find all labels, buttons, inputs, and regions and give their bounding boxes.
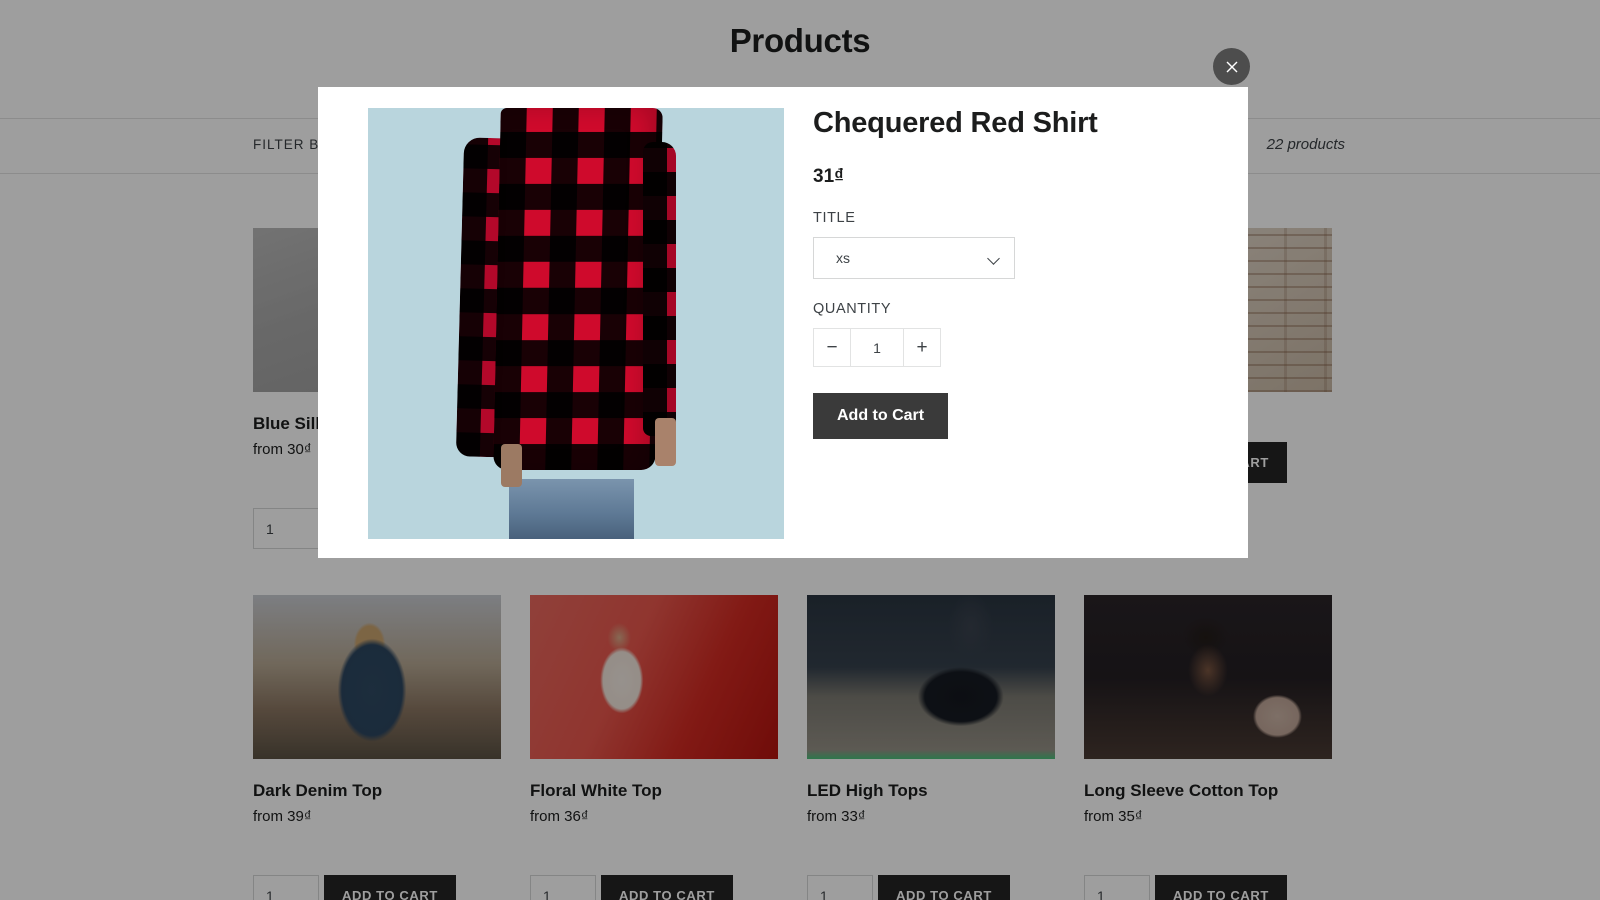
modal-product-price: 31₫ [813,166,844,187]
quantity-stepper: − 1 + [813,328,941,367]
quantity-label: QUANTITY [813,301,892,317]
close-icon[interactable] [1213,48,1250,85]
variant-select[interactable]: xs [813,237,1015,279]
add-to-cart-button[interactable]: Add to Cart [813,393,949,439]
variant-selected-value: xs [836,250,850,266]
minus-icon[interactable]: − [814,329,851,366]
modal-details: Chequered Red Shirt 31₫ TITLE xs QUANTIT… [784,87,1248,558]
variant-label: TITLE [813,210,856,226]
modal-product-image[interactable] [368,108,784,539]
plus-icon[interactable]: + [903,329,940,366]
quantity-value[interactable]: 1 [851,329,903,366]
products-page: Products FILTER BY 22 products Blue Silk… [0,0,1600,900]
chevron-down-icon [989,253,1000,264]
product-quick-view-modal: Chequered Red Shirt 31₫ TITLE xs QUANTIT… [318,87,1248,558]
modal-product-title: Chequered Red Shirt [813,107,1098,139]
